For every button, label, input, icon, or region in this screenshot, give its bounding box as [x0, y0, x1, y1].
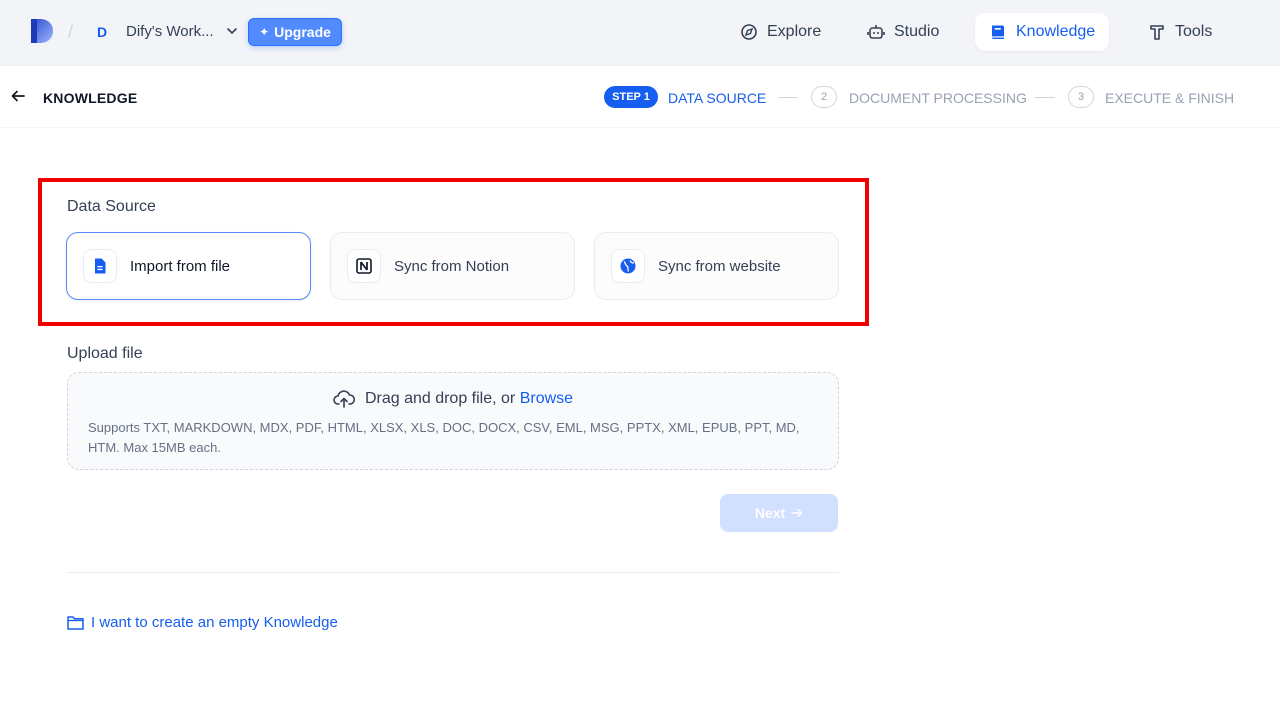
data-source-title: Data Source: [67, 198, 156, 215]
cloud-upload-icon: [333, 390, 355, 408]
sync-from-website-label: Sync from website: [658, 257, 781, 275]
create-empty-knowledge-link[interactable]: I want to create an empty Knowledge: [67, 614, 338, 631]
tools-icon: [1150, 25, 1164, 40]
nav-explore[interactable]: Explore: [726, 13, 835, 51]
step-3-number: 3: [1068, 86, 1094, 108]
step-1-label: DATA SOURCE: [668, 90, 767, 106]
upgrade-label: Upgrade: [274, 24, 331, 40]
book-icon: [992, 25, 1004, 39]
nav-studio-label: Studio: [894, 23, 940, 40]
browse-link[interactable]: Browse: [520, 390, 573, 407]
notion-icon: [347, 249, 381, 283]
import-from-file-option[interactable]: Import from file: [66, 232, 311, 300]
workspace-avatar[interactable]: D: [92, 21, 112, 43]
divider: [67, 572, 839, 573]
sync-from-website-option[interactable]: Sync from website: [594, 232, 839, 300]
globe-icon: [611, 249, 645, 283]
breadcrumb-separator: /: [68, 22, 74, 42]
upload-file-title: Upload file: [67, 345, 143, 362]
arrow-right-icon: [791, 508, 803, 518]
step-connector: [778, 97, 798, 98]
step-2-label: DOCUMENT PROCESSING: [849, 90, 1027, 106]
chevron-down-icon[interactable]: [226, 26, 238, 36]
sync-from-notion-label: Sync from Notion: [394, 257, 510, 275]
sparkle-icon: ✦: [259, 25, 270, 39]
back-arrow-icon[interactable]: [10, 88, 26, 104]
robot-icon: [867, 25, 885, 39]
nav-tools-label: Tools: [1175, 23, 1213, 40]
compass-icon: [741, 24, 757, 40]
file-drop-zone[interactable]: Drag and drop file, or Browse Supports T…: [67, 372, 839, 470]
step-header: KNOWLEDGE STEP 1 DATA SOURCE 2 DOCUMENT …: [0, 66, 1280, 128]
nav-studio[interactable]: Studio: [853, 13, 953, 51]
step-connector: [1035, 97, 1055, 98]
nav-knowledge-label: Knowledge: [1016, 23, 1096, 40]
drag-drop-text: Drag and drop file, or: [364, 390, 516, 407]
next-label: Next: [754, 505, 786, 521]
step-1-badge: STEP 1: [604, 86, 658, 108]
step-3-label: EXECUTE & FINISH: [1105, 90, 1235, 106]
nav-knowledge[interactable]: Knowledge: [975, 13, 1110, 51]
nav-explore-label: Explore: [767, 23, 822, 40]
create-empty-knowledge-label: I want to create an empty Knowledge: [91, 614, 338, 631]
folder-icon: [67, 616, 84, 630]
import-from-file-label: Import from file: [130, 257, 231, 275]
nav-tools[interactable]: Tools: [1134, 13, 1226, 51]
upload-instruction: Drag and drop file, or Browse: [68, 389, 838, 409]
upgrade-button[interactable]: ✦ Upgrade: [248, 18, 342, 46]
file-icon: [83, 249, 117, 283]
page-title: KNOWLEDGE: [43, 90, 138, 106]
top-navigation-bar: / D Dify's Work... ✦ Upgrade Explore Stu…: [0, 0, 1280, 66]
supported-formats-hint: Supports TXT, MARKDOWN, MDX, PDF, HTML, …: [88, 420, 800, 455]
dify-logo-icon[interactable]: [30, 18, 54, 44]
sync-from-notion-option[interactable]: Sync from Notion: [330, 232, 575, 300]
step-2-number: 2: [811, 86, 837, 108]
next-button[interactable]: Next: [720, 494, 838, 532]
workspace-name[interactable]: Dify's Work...: [126, 23, 214, 40]
